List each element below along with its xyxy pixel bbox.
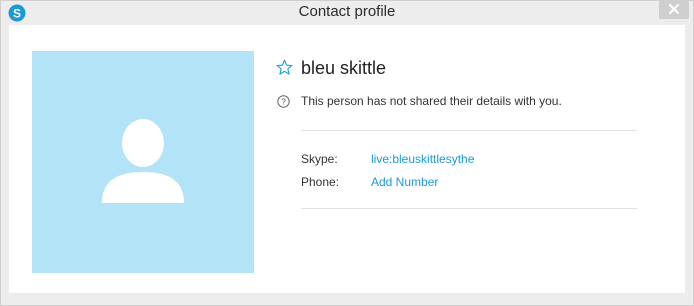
default-person-icon: [98, 110, 188, 215]
add-number-link[interactable]: Add Number: [371, 175, 438, 189]
profile-panel: bleu skittle ? This person has not share…: [9, 25, 685, 293]
divider: [301, 130, 637, 131]
skype-id-link[interactable]: live:bleuskittlesythe: [371, 152, 474, 166]
close-button[interactable]: [659, 1, 689, 19]
window-title: Contact profile: [298, 3, 396, 20]
avatar: [32, 51, 254, 273]
close-icon: [669, 1, 679, 19]
question-circle-icon: ?: [277, 95, 290, 108]
contact-profile-window: S Contact profile bleu skittle ? This pe…: [0, 0, 694, 306]
star-outline-icon[interactable]: [276, 59, 293, 76]
title-bar[interactable]: S Contact profile: [1, 1, 693, 25]
skype-label: Skype:: [301, 152, 338, 166]
svg-text:?: ?: [281, 97, 286, 107]
phone-label: Phone:: [301, 175, 340, 189]
divider: [301, 208, 637, 209]
privacy-notice: This person has not shared their details…: [301, 94, 562, 108]
contact-name: bleu skittle: [301, 58, 387, 78]
